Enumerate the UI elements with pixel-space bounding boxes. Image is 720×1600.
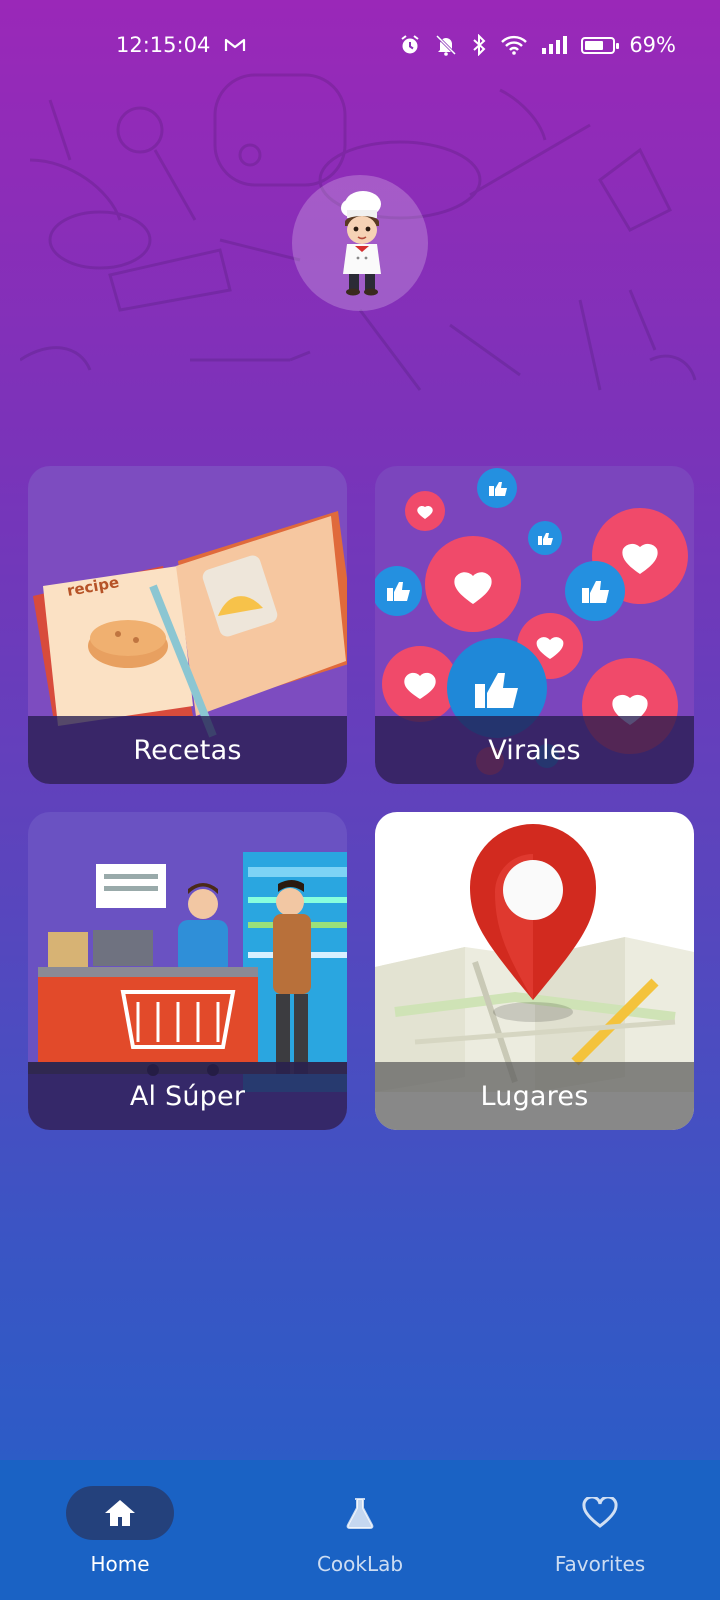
status-left: 12:15:04 (116, 33, 246, 57)
chef-avatar-icon[interactable] (292, 175, 428, 311)
nav-item-favorites[interactable]: Favorites (500, 1486, 700, 1576)
battery-icon (581, 36, 620, 54)
flask-icon (346, 1498, 374, 1529)
recetas-label: Recetas (133, 734, 242, 766)
nav-item-cooklab[interactable]: CookLab (260, 1486, 460, 1576)
heart-icon (582, 1497, 618, 1528)
al-super-label: Al Súper (129, 1080, 246, 1112)
nav-item-home[interactable]: Home (20, 1486, 220, 1576)
bluetooth-icon (471, 34, 487, 56)
recetas-label-bar: Recetas (28, 716, 347, 784)
virales-label: Virales (488, 734, 581, 766)
home-icon (105, 1500, 135, 1526)
signal-icon (541, 35, 568, 55)
lugares-card[interactable]: Lugares (375, 812, 694, 1130)
virales-card[interactable]: Virales (375, 466, 694, 784)
battery-percent: 69% (629, 33, 676, 57)
al-super-label-bar: Al Súper (28, 1062, 347, 1130)
nav-pill-cooklab[interactable] (306, 1486, 414, 1540)
alarm-icon (399, 34, 421, 56)
wifi-icon (501, 35, 528, 55)
nav-pill-home[interactable] (66, 1486, 174, 1540)
gmail-icon (224, 37, 246, 53)
category-grid: recipe Recetas Virales Al Súper Lugares (28, 466, 694, 1130)
mute-icon (435, 34, 457, 56)
nav-label-favorites: Favorites (554, 1552, 646, 1576)
virales-label-bar: Virales (375, 716, 694, 784)
bottom-nav: Home CookLab Favorites (0, 1460, 720, 1600)
status-right: 69% (399, 33, 676, 57)
nav-label-cooklab: CookLab (316, 1552, 404, 1576)
nav-pill-favorites[interactable] (546, 1486, 654, 1540)
nav-label-home: Home (90, 1552, 150, 1576)
lugares-label-bar: Lugares (375, 1062, 694, 1130)
al-super-card[interactable]: Al Súper (28, 812, 347, 1130)
recetas-card[interactable]: recipe Recetas (28, 466, 347, 784)
lugares-label: Lugares (480, 1080, 589, 1112)
status-time: 12:15:04 (116, 33, 211, 57)
